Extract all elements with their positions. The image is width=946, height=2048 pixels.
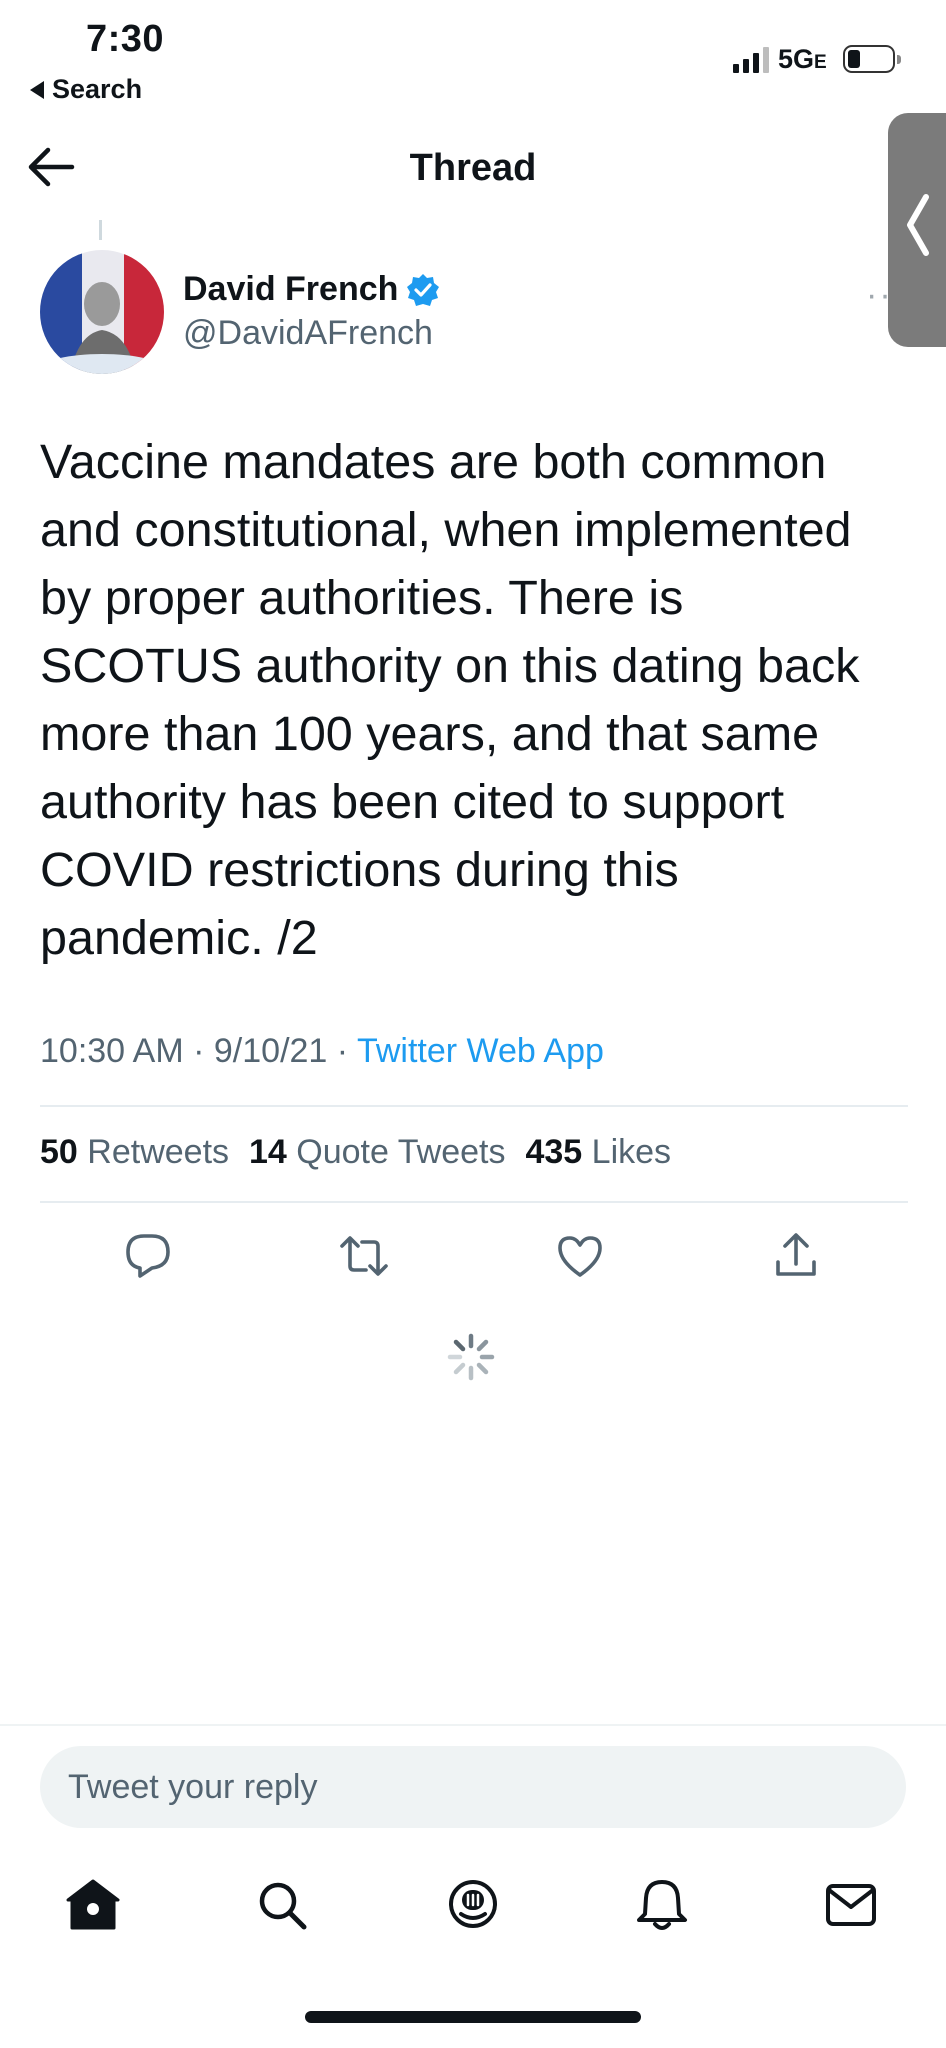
loading-spinner-icon [447, 1333, 495, 1381]
page-title: Thread [409, 147, 537, 189]
divider [40, 1105, 908, 1107]
likes-stat[interactable]: 435 Likes [525, 1133, 671, 1172]
home-icon[interactable] [64, 1876, 122, 1934]
meta-separator: · [193, 1032, 205, 1070]
tweet-date: 9/10/21 [213, 1032, 328, 1070]
reply-icon[interactable] [122, 1230, 174, 1282]
notifications-icon[interactable] [633, 1876, 691, 1934]
home-indicator[interactable] [305, 2011, 641, 2023]
back-to-app-button[interactable]: Search [30, 74, 142, 105]
reply-input[interactable]: Tweet your reply [40, 1746, 906, 1828]
like-icon[interactable] [554, 1230, 606, 1282]
search-icon[interactable] [253, 1876, 311, 1934]
tweet-meta: 10:30 AM · 9/10/21 · Twitter Web App [40, 1032, 604, 1071]
avatar[interactable] [40, 250, 164, 374]
share-icon[interactable] [770, 1230, 822, 1282]
network-type: 5GE [778, 44, 827, 74]
retweets-stat[interactable]: 50 Retweets [40, 1133, 229, 1172]
battery-icon [843, 45, 901, 73]
side-panel-handle[interactable] [888, 113, 946, 347]
tweet-source-link[interactable]: Twitter Web App [357, 1032, 604, 1070]
messages-icon[interactable] [822, 1876, 880, 1934]
thread-connector-line [99, 220, 102, 240]
author-name[interactable]: David French [183, 270, 440, 309]
chevron-left-icon [907, 194, 929, 256]
back-to-app-label: Search [52, 74, 143, 104]
spaces-icon[interactable] [444, 1876, 502, 1934]
divider [0, 1724, 946, 1726]
retweet-icon[interactable] [338, 1230, 390, 1282]
author-handle[interactable]: @DavidAFrench [183, 314, 433, 353]
status-time: 7:30 [86, 18, 165, 60]
reply-placeholder: Tweet your reply [68, 1767, 318, 1806]
meta-separator: · [336, 1032, 349, 1070]
divider [40, 1201, 908, 1203]
tweet-time: 10:30 AM [40, 1032, 184, 1070]
quote-tweets-stat[interactable]: 14 Quote Tweets [249, 1133, 505, 1172]
signal-strength-icon [733, 47, 769, 73]
back-triangle-icon [30, 80, 44, 99]
verified-badge-icon [407, 273, 440, 306]
tweet-text: Vaccine mandates are both common and con… [40, 435, 860, 965]
more-options-icon[interactable]: ·· [866, 276, 893, 315]
tweet-stats: 50 Retweets 14 Quote Tweets 435 Likes [40, 1133, 671, 1172]
